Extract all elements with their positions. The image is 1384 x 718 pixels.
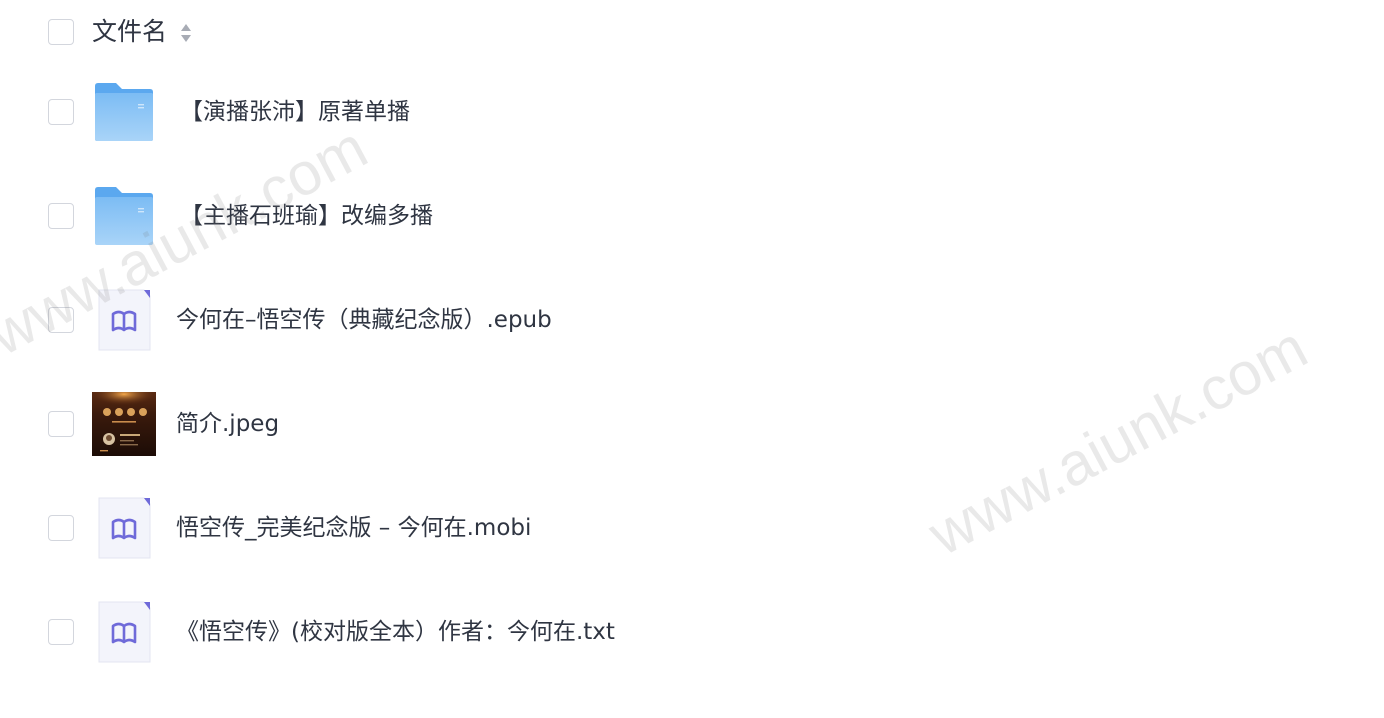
file-row-1[interactable]: 【主播石班瑜】改编多播 [0,164,1384,268]
ebook-file-icon [98,289,151,351]
sort-up-down-icon[interactable] [179,21,193,45]
folder-icon [95,187,153,245]
file-name[interactable]: 简介.jpeg [176,408,279,440]
ebook-file-icon [98,601,151,663]
file-row-checkbox[interactable] [48,619,74,645]
file-list: 文件名 【演播张沛】原著单播 【主播石班瑜】改编多播 今何在–悟空传（典藏纪念版… [0,0,1384,718]
file-name[interactable]: 【主播石班瑜】改编多播 [180,200,433,232]
file-row-checkbox[interactable] [48,515,74,541]
file-row-checkbox[interactable] [48,411,74,437]
filename-column-header[interactable]: 文件名 [92,16,167,48]
file-row-3[interactable]: 简介.jpeg [0,372,1384,476]
file-name[interactable]: 今何在–悟空传（典藏纪念版）.epub [176,304,552,336]
folder-icon [95,83,153,141]
ebook-file-icon [98,497,151,559]
file-name[interactable]: 《悟空传》(校对版全本）作者：今何在.txt [176,616,615,648]
file-row-2[interactable]: 今何在–悟空传（典藏纪念版）.epub [0,268,1384,372]
file-name[interactable]: 【演播张沛】原著单播 [180,96,410,128]
file-name[interactable]: 悟空传_完美纪念版 – 今何在.mobi [176,512,531,544]
select-all-checkbox[interactable] [48,19,74,45]
file-list-header: 文件名 [0,8,1384,58]
file-row-4[interactable]: 悟空传_完美纪念版 – 今何在.mobi [0,476,1384,580]
image-thumbnail [92,392,156,456]
file-row-checkbox[interactable] [48,99,74,125]
file-row-5[interactable]: 《悟空传》(校对版全本）作者：今何在.txt [0,580,1384,684]
file-row-checkbox[interactable] [48,307,74,333]
file-row-0[interactable]: 【演播张沛】原著单播 [0,60,1384,164]
file-row-checkbox[interactable] [48,203,74,229]
